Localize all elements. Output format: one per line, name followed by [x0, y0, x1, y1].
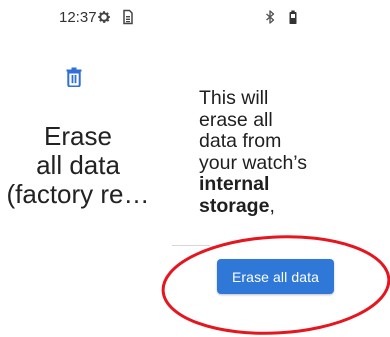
sim-card-icon: [123, 9, 133, 25]
erase-all-data-button[interactable]: Erase all data: [217, 259, 334, 294]
divider: [172, 245, 210, 246]
description-punctuation: ,: [269, 194, 275, 217]
page-title: Erase all data (factory re…: [0, 122, 156, 209]
description-line: This will: [199, 88, 269, 109]
title-line: (factory re…: [6, 179, 150, 209]
gear-icon: [98, 11, 111, 23]
title-line: Erase: [44, 121, 112, 151]
status-bar: 12:37: [0, 0, 390, 34]
description-line: your watch’s: [199, 151, 308, 174]
description-line: storage,: [199, 194, 369, 218]
status-time: 12:37: [59, 9, 97, 26]
description-line: data from: [199, 130, 282, 152]
description-line: erase all: [199, 108, 273, 131]
description-bold-word: storage: [199, 194, 270, 217]
scroll-fade: [199, 228, 369, 242]
description-panel[interactable]: This will erase all data from your watch…: [199, 88, 369, 242]
battery-icon: [289, 10, 297, 24]
bluetooth-icon: [266, 10, 275, 24]
description-line-bold: internal: [199, 173, 270, 195]
title-line: all data: [36, 150, 120, 180]
trash-icon: [66, 67, 82, 87]
description-text: This will erase all data from your watch…: [199, 88, 369, 217]
